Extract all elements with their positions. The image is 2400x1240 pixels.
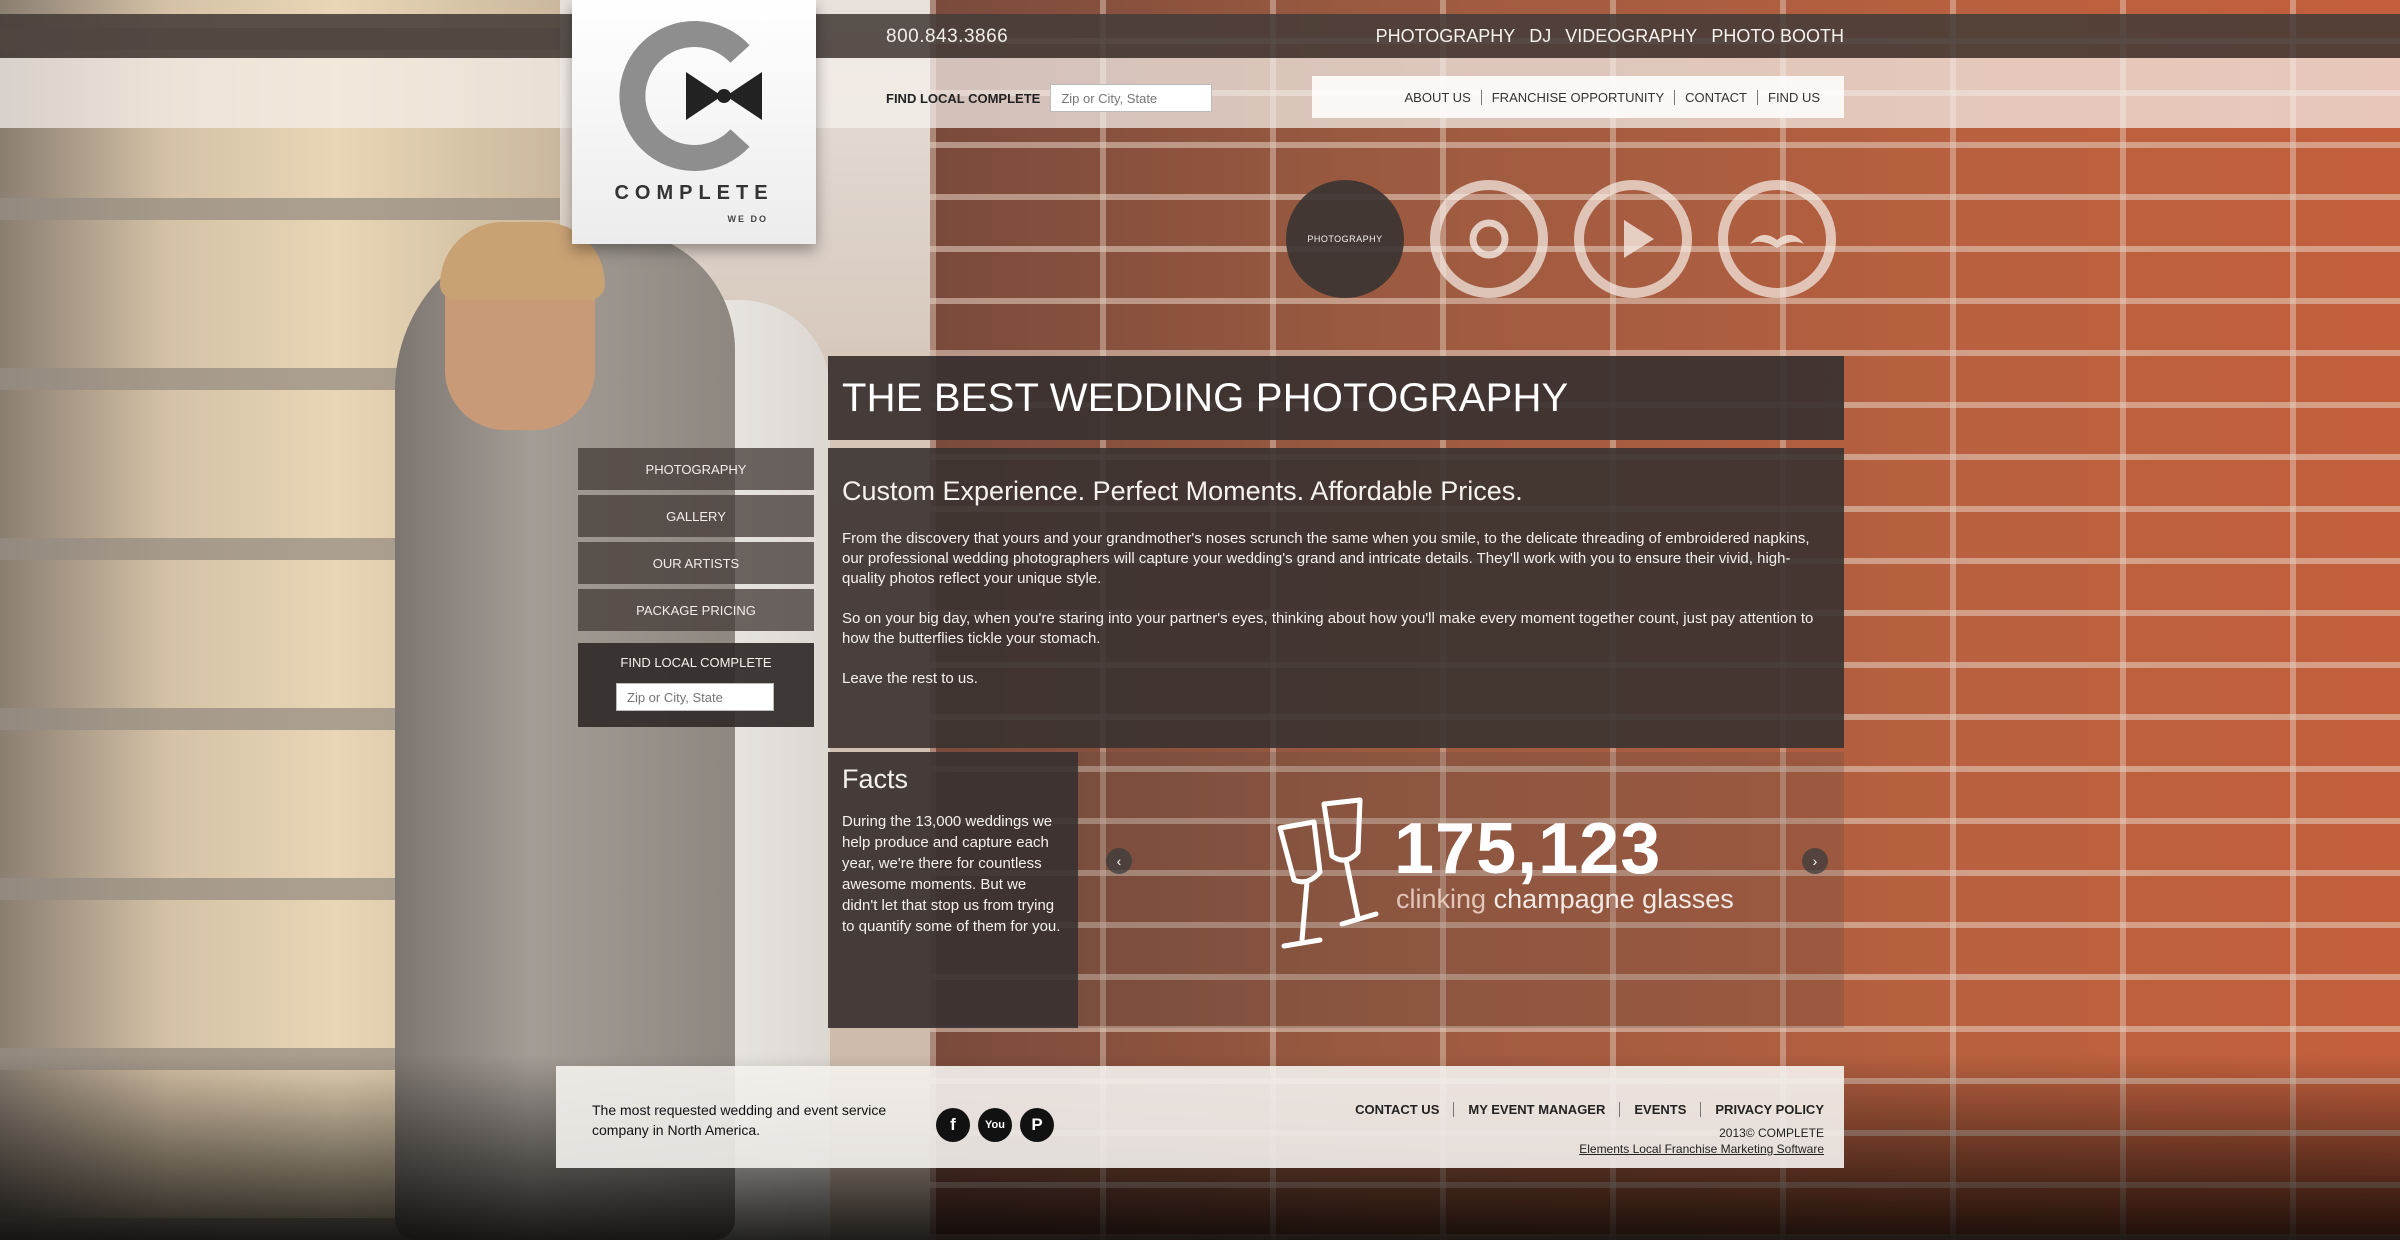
phone-number[interactable]: 800.843.3866 xyxy=(886,26,1008,48)
stat-label-soft: clinking xyxy=(1396,884,1487,914)
nav-franchise-opportunity[interactable]: FRANCHISE OPPORTUNITY xyxy=(1482,89,1676,105)
stat-number: 175,123 xyxy=(1394,809,1662,889)
play-icon xyxy=(1624,220,1654,258)
stat-label: clinking champagne glasses xyxy=(1396,884,1734,915)
footer-privacy-policy[interactable]: PRIVACY POLICY xyxy=(1701,1102,1824,1117)
side-find-label: FIND LOCAL COMPLETE xyxy=(620,655,772,670)
copyright: 2013© COMPLETE xyxy=(1719,1126,1824,1140)
facts-title: Facts xyxy=(842,764,909,794)
content-subhead: Custom Experience. Perfect Moments. Affo… xyxy=(842,476,1523,506)
youtube-icon[interactable]: You xyxy=(978,1108,1012,1142)
side-find-local: FIND LOCAL COMPLETE xyxy=(578,643,814,727)
content-paragraph: From the discovery that yours and your g… xyxy=(842,530,1810,587)
side-item-gallery[interactable]: GALLERY xyxy=(578,495,814,537)
side-item-our-artists[interactable]: OUR ARTISTS xyxy=(578,542,814,584)
logo-wordmark: COMPLETE xyxy=(614,182,774,204)
facts-body: During the 13,000 weddings we help produ… xyxy=(842,813,1061,935)
side-location-input[interactable] xyxy=(616,683,774,711)
content-paragraph: Leave the rest to us. xyxy=(842,670,978,687)
service-photography-label: PHOTOGRAPHY xyxy=(1307,234,1383,244)
footer-events[interactable]: EVENTS xyxy=(1620,1102,1702,1117)
record-icon xyxy=(1469,219,1509,259)
champagne-glasses-icon xyxy=(1277,797,1379,949)
mustache-icon xyxy=(1750,234,1804,248)
powered-by-link[interactable]: Elements Local Franchise Marketing Softw… xyxy=(1579,1142,1824,1156)
footer-nav: CONTACT US MY EVENT MANAGER EVENTS PRIVA… xyxy=(1341,1102,1824,1117)
find-local-label: FIND LOCAL COMPLETE xyxy=(886,90,1041,106)
service-videography[interactable] xyxy=(1574,180,1692,298)
footer: The most requested wedding and event ser… xyxy=(556,1066,1844,1168)
social-links: f You P xyxy=(936,1108,1054,1142)
pinterest-icon[interactable]: P xyxy=(1020,1108,1054,1142)
top-bar: 800.843.3866 PHOTOGRAPHY DJ VIDEOGRAPHY … xyxy=(0,14,2400,58)
nav-contact[interactable]: CONTACT xyxy=(1675,89,1758,105)
footer-contact-us[interactable]: CONTACT US xyxy=(1341,1102,1455,1117)
side-menu: PHOTOGRAPHY GALLERY OUR ARTISTS PACKAGE … xyxy=(578,448,814,636)
footer-tagline: The most requested wedding and event ser… xyxy=(592,1102,887,1138)
side-item-package-pricing[interactable]: PACKAGE PRICING xyxy=(578,589,814,631)
utility-nav: ABOUT US FRANCHISE OPPORTUNITY CONTACT F… xyxy=(1312,76,1844,118)
service-dj[interactable] xyxy=(1430,180,1548,298)
facts-panel: Facts During the 13,000 weddings we help… xyxy=(828,752,1078,1028)
page-title: THE BEST WEDDING PHOTOGRAPHY xyxy=(842,376,1569,420)
logo-tagline: WE DO xyxy=(727,214,768,224)
facebook-icon[interactable]: f xyxy=(936,1108,970,1142)
nav-photo-booth[interactable]: PHOTO BOOTH xyxy=(1711,26,1844,47)
main-nav: PHOTOGRAPHY DJ VIDEOGRAPHY PHOTO BOOTH xyxy=(1376,26,1844,47)
content-paragraph: So on your big day, when you're staring … xyxy=(842,610,1814,647)
service-photography[interactable]: PHOTOGRAPHY xyxy=(1286,180,1404,298)
nav-dj[interactable]: DJ xyxy=(1529,26,1551,47)
location-search-input[interactable] xyxy=(1050,84,1213,112)
logo[interactable]: COMPLETE WE DO xyxy=(572,0,816,244)
service-photo-booth[interactable] xyxy=(1718,180,1836,298)
slider-prev-button[interactable]: ‹ xyxy=(1106,848,1132,874)
footer-my-event-manager[interactable]: MY EVENT MANAGER xyxy=(1454,1102,1621,1117)
stat-label-strong: champagne glasses xyxy=(1493,884,1734,914)
nav-videography[interactable]: VIDEOGRAPHY xyxy=(1565,26,1697,47)
main-content: Custom Experience. Perfect Moments. Affo… xyxy=(828,448,1844,748)
slider-next-button[interactable]: › xyxy=(1802,848,1828,874)
nav-about-us[interactable]: ABOUT US xyxy=(1395,89,1482,105)
nav-photography[interactable]: PHOTOGRAPHY xyxy=(1376,26,1516,47)
headline-bar: THE BEST WEDDING PHOTOGRAPHY xyxy=(828,356,1844,440)
nav-find-us[interactable]: FIND US xyxy=(1758,90,1830,105)
side-item-photography[interactable]: PHOTOGRAPHY xyxy=(578,448,814,490)
find-local-header: FIND LOCAL COMPLETE xyxy=(886,84,1213,112)
complete-logo-icon xyxy=(619,21,762,171)
